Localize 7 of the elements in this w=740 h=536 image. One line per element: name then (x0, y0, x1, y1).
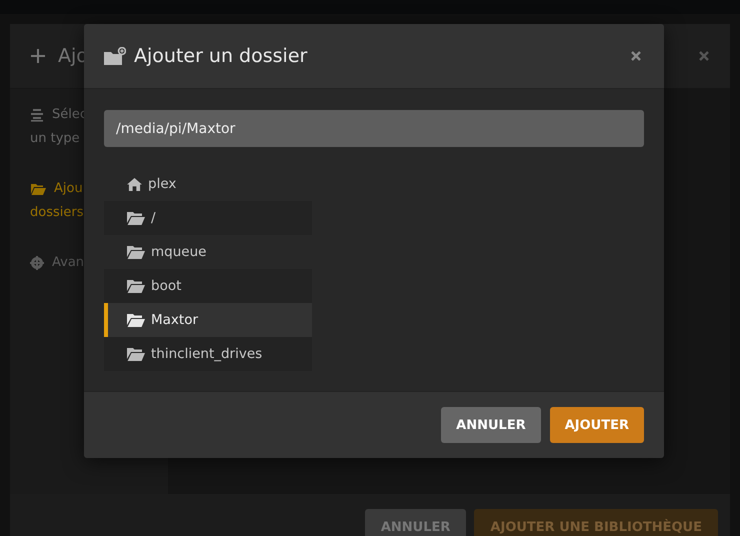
folder-name: / (151, 210, 156, 226)
folder-name: mqueue (151, 244, 206, 260)
folder-name: thinclient_drives (151, 346, 262, 362)
folder-name: Maxtor (151, 312, 198, 328)
folder-name: plex (148, 176, 176, 192)
dialog-title: Ajouter un dossier (134, 45, 308, 67)
folder-name: boot (151, 278, 182, 294)
